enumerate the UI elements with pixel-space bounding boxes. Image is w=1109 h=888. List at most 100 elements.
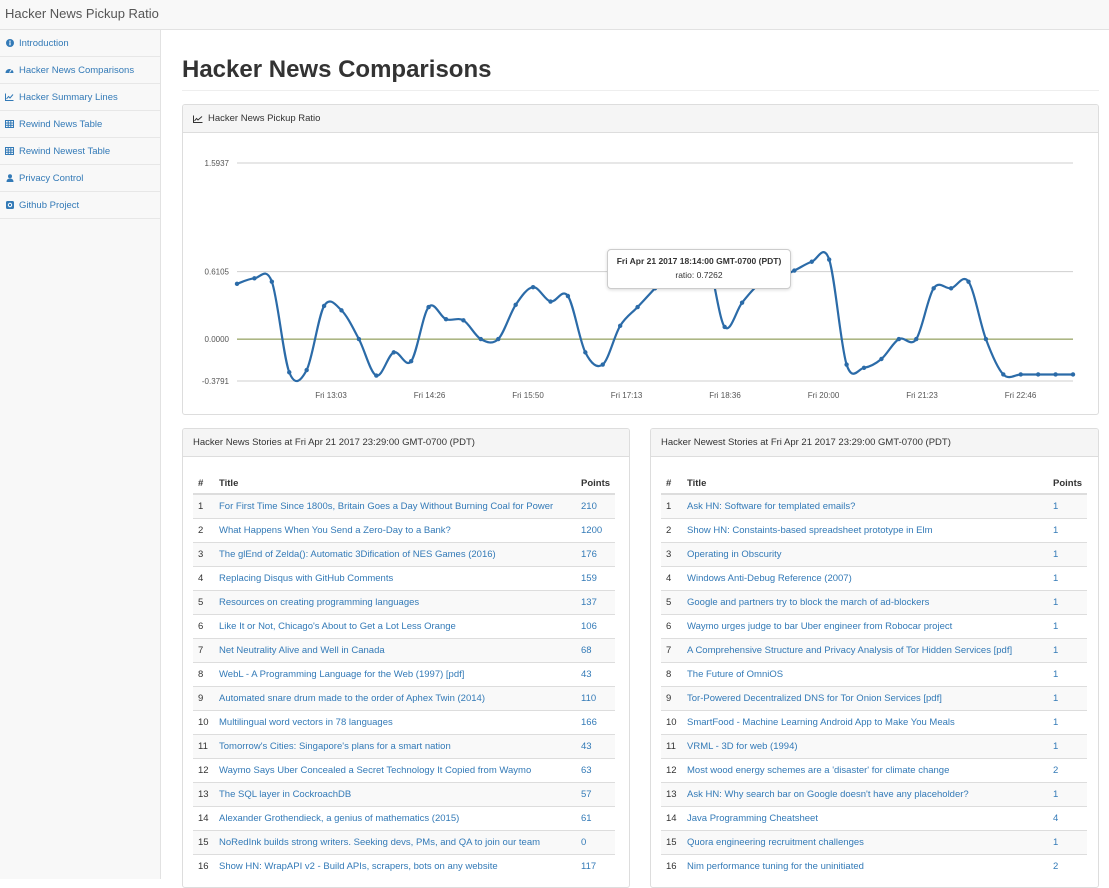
story-title-link[interactable]: Multilingual word vectors in 78 language… [219,717,393,728]
sidebar-item-summary-lines[interactable]: Hacker Summary Lines [0,84,160,111]
story-title-link[interactable]: The glEnd of Zelda(): Automatic 3Dificat… [219,549,496,560]
sidebar-item-privacy-control[interactable]: Privacy Control [0,165,160,192]
story-title-link[interactable]: SmartFood - Machine Learning Android App… [687,717,955,728]
table-row: 7 A Comprehensive Structure and Privacy A… [661,638,1088,663]
row-points[interactable]: 1 [1048,662,1088,687]
row-points[interactable]: 117 [576,854,616,878]
row-points[interactable]: 1 [1048,830,1088,855]
row-points[interactable]: 1 [1048,493,1088,519]
row-points[interactable]: 68 [576,638,616,663]
row-rank: 14 [193,806,214,831]
story-title-link[interactable]: Show HN: Constaints-based spreadsheet pr… [687,525,933,536]
row-points[interactable]: 2 [1048,758,1088,783]
row-points[interactable]: 137 [576,590,616,615]
story-title-link[interactable]: Resources on creating programming langua… [219,597,419,608]
story-title-link[interactable]: Show HN: WrapAPI v2 - Build APIs, scrape… [219,861,498,872]
x-tick-label: Fri 15:50 [512,391,544,400]
story-title-link[interactable]: Net Neutrality Alive and Well in Canada [219,645,385,656]
table-row: 5 Google and partners try to block the ma… [661,590,1088,615]
table-row: 7 Net Neutrality Alive and Well in Canada… [193,638,616,663]
row-rank: 14 [661,806,682,831]
row-points[interactable]: 63 [576,758,616,783]
row-points[interactable]: 4 [1048,806,1088,831]
story-title-link[interactable]: Most wood energy schemes are a 'disaster… [687,765,949,776]
row-points[interactable]: 1 [1048,734,1088,759]
row-points[interactable]: 1 [1048,566,1088,591]
table-row: 15 Quora engineering recruitment challeng… [661,830,1088,855]
sidebar-item-label: Rewind Newest Table [19,145,111,157]
data-point [617,323,623,329]
row-title-cell: The glEnd of Zelda(): Automatic 3Dificat… [214,542,576,567]
row-points[interactable]: 106 [576,614,616,639]
story-title-link[interactable]: Nim performance tuning for the uninitiat… [687,861,864,872]
story-title-link[interactable]: For First Time Since 1800s, Britain Goes… [219,501,553,512]
row-title-cell: Waymo urges judge to bar Uber engineer f… [682,614,1048,639]
row-points[interactable]: 1200 [576,518,616,543]
row-points[interactable]: 1 [1048,782,1088,807]
row-rank: 6 [193,614,214,639]
story-title-link[interactable]: NoRedInk builds strong writers. Seeking … [219,837,540,848]
story-title-link[interactable]: A Comprehensive Structure and Privacy An… [687,645,1012,656]
story-title-link[interactable]: What Happens When You Send a Zero-Day to… [219,525,451,536]
story-title-link[interactable]: Tomorrow's Cities: Singapore's plans for… [219,741,451,752]
row-points[interactable]: 1 [1048,590,1088,615]
row-rank: 10 [193,710,214,735]
app-brand[interactable]: Hacker News Pickup Ratio [5,6,159,21]
row-points[interactable]: 2 [1048,854,1088,878]
story-title-link[interactable]: Waymo urges judge to bar Uber engineer f… [687,621,952,632]
story-title-link[interactable]: Replacing Disqus with GitHub Comments [219,573,393,584]
sidebar-item-rewind-news-table[interactable]: Rewind News Table [0,111,160,138]
data-point [234,281,240,287]
row-points[interactable]: 159 [576,566,616,591]
data-point [861,365,867,371]
newest-panel-heading: Hacker Newest Stories at Fri Apr 21 2017… [651,429,1098,457]
stories-panel: Hacker News Stories at Fri Apr 21 2017 2… [182,428,630,888]
story-title-link[interactable]: Google and partners try to block the mar… [687,597,929,608]
row-points[interactable]: 1 [1048,518,1088,543]
sidebar-item-label: Hacker Summary Lines [19,91,118,103]
row-points[interactable]: 1 [1048,710,1088,735]
row-points[interactable]: 1 [1048,614,1088,639]
row-points[interactable]: 43 [576,662,616,687]
sidebar-item-introduction[interactable]: Introduction [0,30,160,57]
story-title-link[interactable]: WebL - A Programming Language for the We… [219,669,464,680]
data-point [1001,372,1006,377]
row-points[interactable]: 0 [576,830,616,855]
row-title-cell: Nim performance tuning for the uninitiat… [682,854,1048,878]
sidebar-item-comparisons[interactable]: Hacker News Comparisons [0,57,160,84]
story-title-link[interactable]: Ask HN: Software for templated emails? [687,501,855,512]
story-title-link[interactable]: Like It or Not, Chicago's About to Get a… [219,621,456,632]
row-points[interactable]: 166 [576,710,616,735]
story-title-link[interactable]: Operating in Obscurity [687,549,782,560]
row-points[interactable]: 61 [576,806,616,831]
story-title-link[interactable]: Java Programming Cheatsheet [687,813,818,824]
table-row: 1 For First Time Since 1800s, Britain Goe… [193,493,616,519]
story-title-link[interactable]: VRML - 3D for web (1994) [687,741,798,752]
story-title-link[interactable]: Waymo Says Uber Concealed a Secret Techn… [219,765,531,776]
story-title-link[interactable]: The Future of OmniOS [687,669,783,680]
row-points[interactable]: 1 [1048,638,1088,663]
row-points[interactable]: 210 [576,493,616,519]
story-title-link[interactable]: Quora engineering recruitment challenges [687,837,864,848]
row-points[interactable]: 110 [576,686,616,711]
chart-tooltip: Fri Apr 21 2017 18:14:00 GMT-0700 (PDT) … [607,249,791,289]
data-point [1035,372,1041,377]
story-title-link[interactable]: Ask HN: Why search bar on Google doesn't… [687,789,969,800]
row-points[interactable]: 43 [576,734,616,759]
story-title-link[interactable]: Alexander Grothendieck, a genius of math… [219,813,459,824]
data-point [1053,372,1058,377]
story-title-link[interactable]: Windows Anti-Debug Reference (2007) [687,573,852,584]
row-points[interactable]: 1 [1048,686,1088,711]
row-points[interactable]: 176 [576,542,616,567]
row-points[interactable]: 57 [576,782,616,807]
story-title-link[interactable]: Automated snare drum made to the order o… [219,693,485,704]
sidebar-item-github-project[interactable]: Github Project [0,192,160,219]
sidebar-item-rewind-newest-table[interactable]: Rewind Newest Table [0,138,160,165]
row-title-cell: Replacing Disqus with GitHub Comments [214,566,576,591]
page-title: Hacker News Comparisons [182,56,492,83]
data-point [339,308,344,313]
story-title-link[interactable]: The SQL layer in CockroachDB [219,789,351,800]
row-points[interactable]: 1 [1048,542,1088,567]
table-row: 2 Show HN: Constaints-based spreadsheet p… [661,518,1088,543]
story-title-link[interactable]: Tor-Powered Decentralized DNS for Tor On… [687,693,942,704]
